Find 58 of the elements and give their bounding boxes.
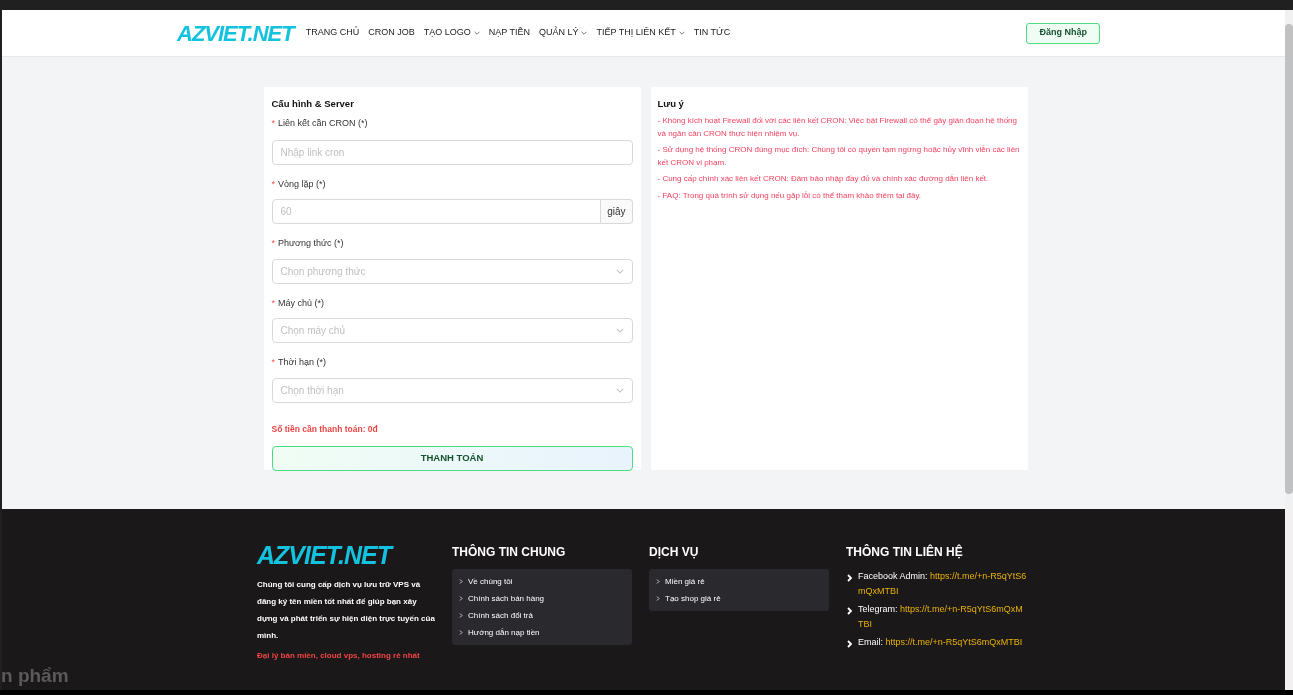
required-mark: * xyxy=(271,356,275,370)
field-label: Máy chủ (*) xyxy=(278,296,325,310)
chevron-right-icon xyxy=(846,607,854,615)
footer-heading: THÔNG TIN LIÊN HỆ xyxy=(846,543,964,561)
bullet-icon xyxy=(459,579,463,584)
note-text: - Cung cấp chính xác liên kết CRON: Đảm bảo nhập đầy đủ và chính xác đường dẫn liên kết. xyxy=(657,173,990,186)
login-button[interactable]: Đăng Nhập xyxy=(1026,22,1100,44)
nav-link[interactable]: TIẾP THỊ LIÊN KẾT xyxy=(596,26,685,40)
nav-link[interactable]: TIN TỨC xyxy=(693,26,731,40)
payment-button[interactable]: THANH TOÁN xyxy=(271,445,633,471)
bullet-icon xyxy=(656,579,660,584)
nav-link[interactable]: TRANG CHỦ xyxy=(305,26,360,40)
tagline: Đại lý bán miền, cloud vps, hosting rẻ nhất xyxy=(257,650,420,662)
field-label: Liên kết cần CRON (*) xyxy=(278,117,368,131)
note-text: - FAQ: Trong quá trình sử dụng nếu gặp lỗi có thể tham khảo thêm tại đây. xyxy=(657,189,923,202)
input-field[interactable]: 60 xyxy=(271,199,602,225)
footer-logo[interactable]: AZVIET.NET xyxy=(257,539,435,571)
field-label: Thời hạn (*) xyxy=(278,356,326,370)
bullet-icon xyxy=(656,596,660,601)
footer-heading: DỊCH VỤ xyxy=(649,544,700,561)
required-mark: * xyxy=(271,117,275,131)
field-label: Phương thức (*) xyxy=(278,237,344,251)
bullet-icon xyxy=(459,596,463,601)
chevron-down-icon xyxy=(581,31,588,35)
required-mark: * xyxy=(271,177,275,191)
payment-total: Số tiền cần thanh toán: 0đ xyxy=(271,422,379,436)
required-mark: * xyxy=(271,296,275,310)
footer-link[interactable]: Chính sách đổi trả xyxy=(468,609,533,622)
nav-link[interactable]: TẠO LOGO xyxy=(423,26,480,40)
nav-link[interactable]: QUẢN LÝ xyxy=(538,26,588,40)
nav-link[interactable]: CRON JOB xyxy=(368,26,415,40)
note-text: - Không kích hoạt Firewall đối với các liên kết CRON: Việc bật Firewall có thể gây gián đoạn hệ thống và ngăn cản CRON thực hiện nhiệm vụ. xyxy=(657,115,1018,140)
field-label: Vòng lặp (*) xyxy=(278,177,326,191)
footer-link[interactable]: Chính sách bán hàng xyxy=(468,592,545,605)
unit-addon: giây xyxy=(601,199,633,225)
footer-link[interactable]: Về chúng tôi xyxy=(468,575,513,588)
about-text: Chúng tôi cung cấp dịch vụ lưu trữ VPS và đăng ký tên miền tốt nhất để giúp bạn xây dựng và phát triển sự hiện diện trực tuyến của mình. xyxy=(257,579,435,642)
overlay-text: n phẩm xyxy=(1,663,69,688)
chevron-down-icon xyxy=(615,328,624,334)
contact-item[interactable]: Email: https://t.me/+n-R5qYtS6mQxMTBI xyxy=(858,635,1028,650)
nav-link[interactable]: NẠP TIỀN xyxy=(488,26,530,40)
note-text: - Sử dụng hệ thống CRON đúng mục đích: Chúng tôi có quyền tạm ngừng hoặc hủy vĩnh viễn các liên kết CRON vi phạm. xyxy=(657,144,1021,169)
bullet-icon xyxy=(459,630,463,635)
chevron-right-icon xyxy=(846,640,854,648)
bullet-icon xyxy=(459,613,463,618)
footer-link[interactable]: Hướng dẫn nạp tiền xyxy=(468,626,540,639)
chevron-right-icon xyxy=(846,574,854,582)
footer-link[interactable]: Tạo shop giá rẻ xyxy=(665,592,721,605)
footer-link[interactable]: Miền giá rẻ xyxy=(665,575,705,588)
card-title: Lưu ý xyxy=(657,97,685,111)
chevron-down-icon xyxy=(615,387,624,393)
chevron-down-icon xyxy=(473,31,480,35)
footer-heading: THÔNG TIN CHUNG xyxy=(452,543,567,561)
scrollbar-thumb[interactable] xyxy=(1285,24,1293,494)
required-mark: * xyxy=(271,237,275,251)
chevron-down-icon xyxy=(615,268,624,274)
card-title: Cấu hình & Server xyxy=(271,97,355,111)
chevron-down-icon xyxy=(678,31,685,35)
